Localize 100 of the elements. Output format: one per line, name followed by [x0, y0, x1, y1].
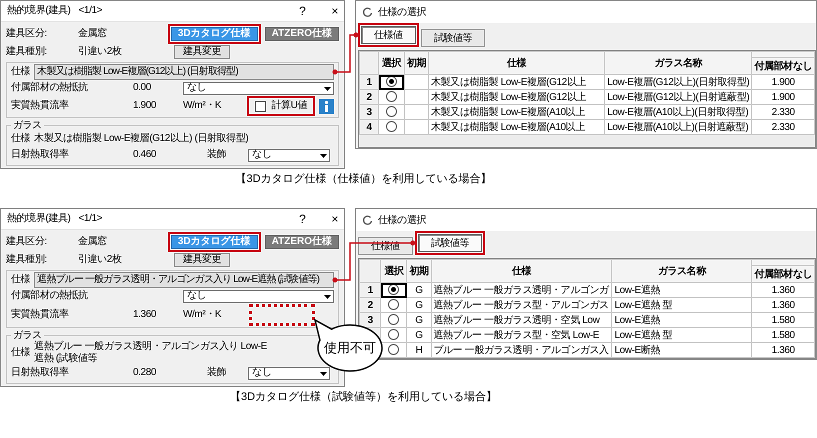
- field-value: 1.900: [133, 100, 158, 112]
- field-label: 日射熱取得率: [11, 367, 70, 379]
- checkbox[interactable]: [255, 100, 266, 112]
- table-cell: G: [406, 298, 432, 312]
- spec-button[interactable]: 遮熱ブルー 一般ガラス透明・アルゴンガス入り Low-E遮熱 (試験値等): [34, 272, 334, 288]
- row-number: 4: [360, 120, 379, 134]
- radio-button[interactable]: [386, 91, 398, 102]
- table-cell: H: [406, 342, 432, 358]
- window-title: 仕様の選択: [378, 214, 426, 227]
- unit-label: W/m²・K: [183, 100, 222, 112]
- spec-button[interactable]: 木製又は樹脂製 Low-E複層(G12以上) (日射取得型): [34, 64, 334, 80]
- field-label: 付属部材の熱抵抗: [11, 290, 89, 302]
- tab[interactable]: 試験値等: [420, 29, 486, 47]
- radio-button[interactable]: [386, 76, 398, 88]
- tab[interactable]: 仕様値: [361, 26, 416, 44]
- radio-button[interactable]: [388, 299, 400, 310]
- info-icon[interactable]: [319, 98, 334, 114]
- field-value: 木製又は樹脂製 Low-E複層(G12以上) (日射取得型): [34, 133, 248, 145]
- close-button[interactable]: ×: [331, 5, 338, 17]
- help-button[interactable]: ?: [299, 213, 306, 225]
- field-label: 建具種別:: [6, 46, 48, 58]
- dropdown[interactable]: なし: [248, 148, 330, 162]
- table-cell: 1.360: [752, 342, 814, 358]
- table-cell: Low-E断熱: [612, 342, 752, 358]
- tab[interactable]: 試験値等: [418, 234, 482, 252]
- table-cell: G: [406, 328, 432, 342]
- field-label: 仕様: [11, 66, 30, 78]
- table-cell: Low-E複層(G12以上)(日射遮蔽型): [604, 90, 752, 104]
- column-header: 選択: [378, 52, 404, 74]
- callout-text: 使用不可: [324, 339, 376, 357]
- row-number: 3: [360, 312, 381, 328]
- field-value: 遮熱ブルー 一般ガラス透明・アルゴンガス入り Low-E遮熱 (試験値等: [34, 341, 268, 365]
- table-cell: 1.900: [752, 90, 814, 104]
- table-cell: 1.580: [752, 312, 814, 328]
- table-cell: ブルー 一般ガラス透明・アルゴンガス入: [431, 342, 612, 358]
- table-cell: 木製又は樹脂製 Low-E複層(G12以上: [428, 90, 605, 104]
- change-button[interactable]: 建具変更: [174, 253, 230, 267]
- field-label: 建具区分:: [6, 236, 48, 248]
- field-value: 0.280: [133, 367, 158, 379]
- table-cell: 1.580: [752, 328, 814, 342]
- row-number: 1: [360, 74, 379, 90]
- field-label: 仕様: [11, 274, 30, 286]
- radio-button[interactable]: [388, 314, 400, 326]
- field-value: 引違い2枚: [78, 46, 123, 58]
- radio-button[interactable]: [388, 329, 400, 340]
- dropdown[interactable]: なし: [183, 82, 334, 94]
- close-button[interactable]: ×: [331, 213, 338, 225]
- group-label: ガラス: [12, 330, 42, 341]
- row-number: 2: [360, 90, 379, 104]
- table-cell: Low-E複層(A10以上)(日射取得型): [604, 104, 752, 120]
- column-header: 仕様: [431, 260, 612, 282]
- field-label: 建具区分:: [6, 28, 48, 40]
- field-label: 仕様: [11, 133, 30, 145]
- table-cell: G: [406, 312, 432, 328]
- column-header: 仕様: [428, 52, 605, 74]
- page-indicator: <1/1>: [78, 5, 102, 17]
- column-header: 付属部材なし: [752, 265, 814, 282]
- help-button[interactable]: ?: [299, 5, 306, 17]
- page-indicator: <1/1>: [78, 213, 102, 225]
- table-cell: G: [406, 282, 432, 298]
- mode-button[interactable]: ATZERO仕様: [264, 235, 339, 249]
- radio-button[interactable]: [386, 121, 398, 132]
- field-label: 付属部材の熱抵抗: [11, 82, 89, 94]
- table-cell: Low-E遮熱: [612, 282, 752, 298]
- field-value: 0.00: [133, 82, 152, 94]
- radio-button[interactable]: [386, 106, 398, 118]
- column-header: 初期: [406, 260, 432, 282]
- column-header: ガラス名称: [612, 260, 752, 282]
- checkbox-label: 計算U値: [271, 100, 307, 112]
- table-cell: 2.330: [752, 104, 814, 120]
- table-cell: Low-E遮熱 型: [612, 298, 752, 312]
- table-cell: 1.360: [752, 298, 814, 312]
- ring-icon: [362, 214, 373, 226]
- group-label: ガラス: [12, 120, 43, 131]
- column-header: 初期: [404, 52, 429, 74]
- dropdown[interactable]: なし: [248, 366, 330, 380]
- field-label: 仕様: [11, 347, 30, 359]
- dropdown[interactable]: なし: [183, 290, 334, 302]
- table-cell: 遮熱ブルー 一般ガラス透明・アルゴンガ: [431, 282, 612, 298]
- radio-button[interactable]: [388, 344, 400, 356]
- table-cell: 遮熱ブルー 一般ガラス型・空気 Low-E: [431, 328, 612, 342]
- caption: 【3Dカタログ仕様（仕様値）を利用している場合】: [235, 172, 493, 186]
- table-cell: 遮熱ブルー 一般ガラス型・アルゴンガス: [431, 298, 612, 312]
- radio-button[interactable]: [388, 284, 400, 296]
- table-cell: Low-E複層(G12以上)(日射取得型): [604, 74, 752, 90]
- table-cell: 2.330: [752, 120, 814, 134]
- change-button[interactable]: 建具変更: [174, 45, 230, 59]
- table-cell: 木製又は樹脂製 Low-E複層(G12以上: [428, 74, 605, 90]
- field-label: 装飾: [207, 149, 226, 161]
- field-label: 実質熱貫流率: [11, 309, 70, 321]
- column-header: 選択: [380, 260, 407, 282]
- table-cell: 1.900: [752, 74, 814, 90]
- row-number: 2: [360, 298, 381, 312]
- unit-label: W/m²・K: [183, 309, 222, 321]
- field-value: 金属窓: [78, 28, 108, 40]
- mode-button[interactable]: ATZERO仕様: [264, 27, 339, 41]
- field-label: 建具種別:: [6, 254, 48, 266]
- field-value: 1.360: [133, 309, 158, 321]
- column-header: ガラス名称: [604, 52, 752, 74]
- field-value: 0.460: [133, 149, 158, 161]
